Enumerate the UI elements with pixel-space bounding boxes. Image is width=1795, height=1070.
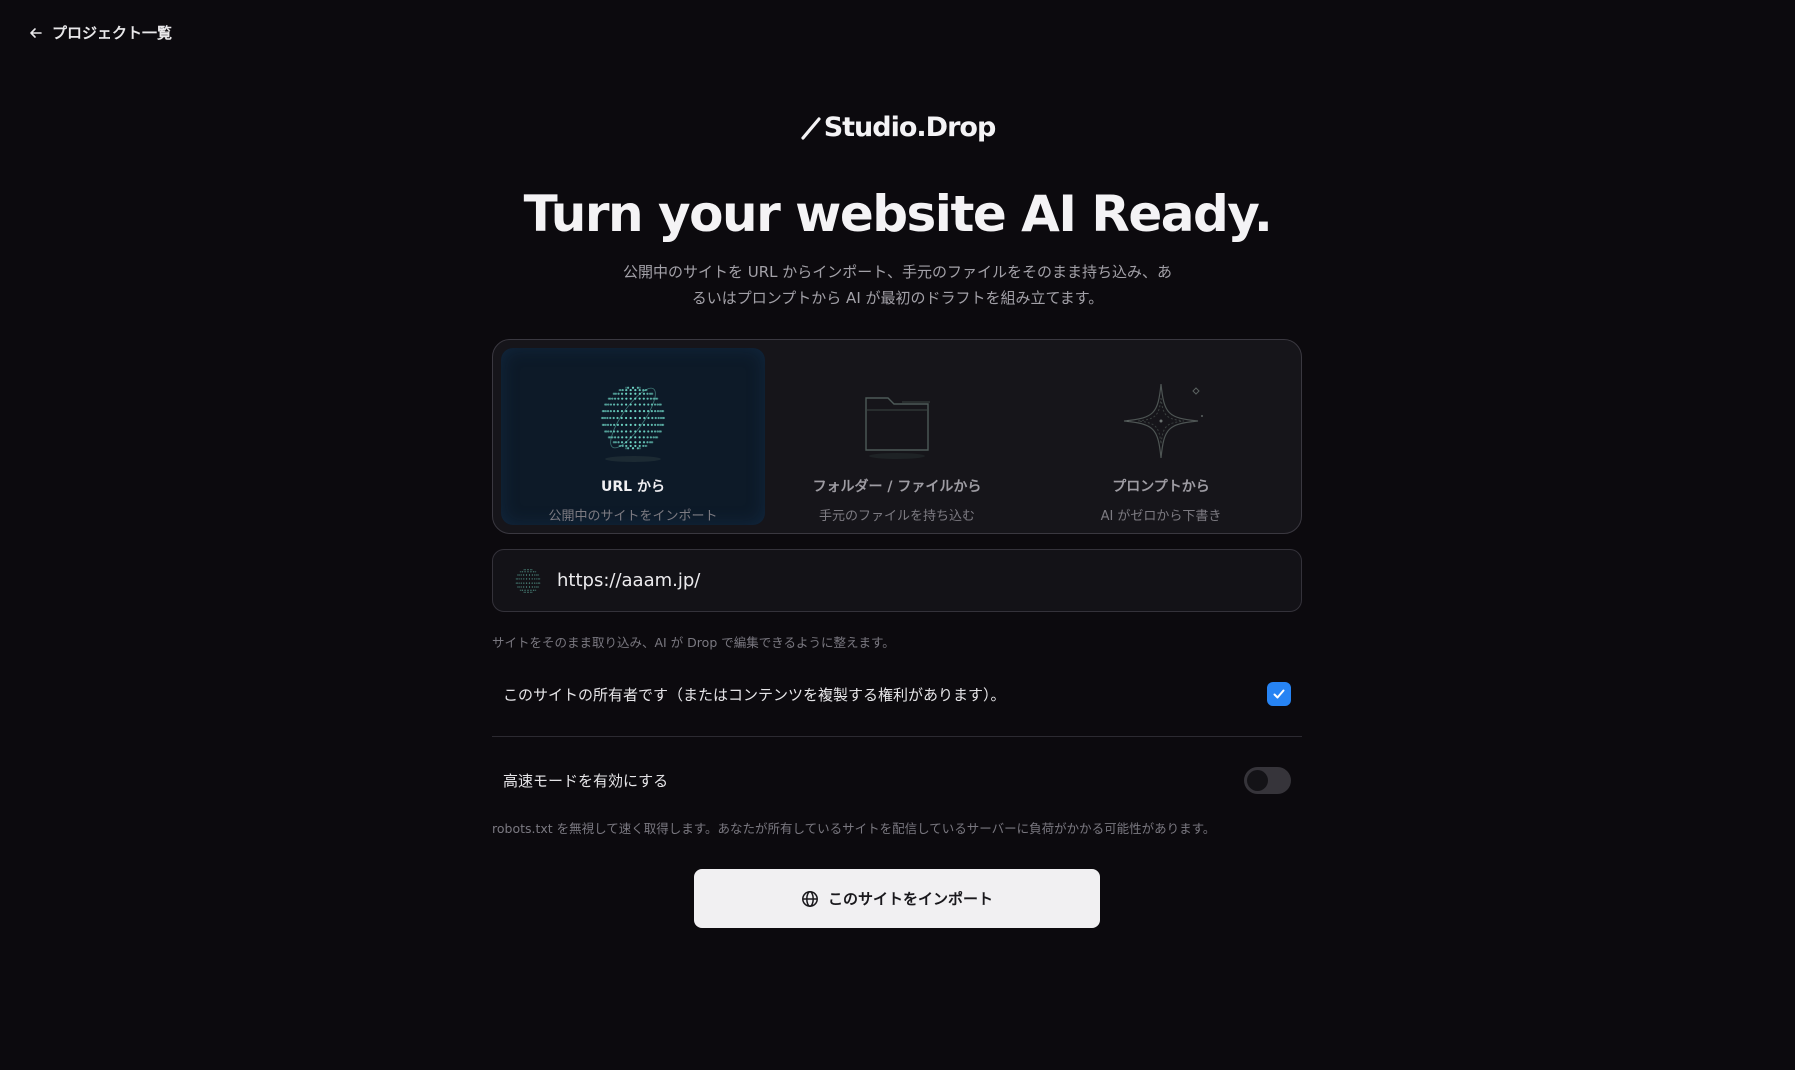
- page-headline: Turn your website AI Ready.: [523, 185, 1273, 243]
- check-icon: [1273, 689, 1285, 699]
- toggle-knob: [1247, 769, 1268, 791]
- import-site-button[interactable]: このサイトをインポート: [694, 869, 1100, 928]
- divider: [492, 736, 1302, 737]
- mode-prompt-desc: AI がゼロから下書き: [1100, 509, 1222, 524]
- dotted-globe-icon: [515, 568, 541, 593]
- owner-confirmation-row: このサイトの所有者です（またはコンテンツを複製する権利があります）。: [492, 676, 1302, 712]
- owner-checkbox[interactable]: [1267, 682, 1291, 706]
- mode-folder[interactable]: フォルダー / ファイルから 手元のファイルを持ち込む: [765, 348, 1029, 525]
- slash-logo-icon: [801, 116, 821, 140]
- globe-icon: [802, 890, 818, 907]
- page-subtitle: 公開中のサイトを URL からインポート、手元のファイルをそのまま持ち込み、ある…: [623, 263, 1172, 307]
- mode-prompt[interactable]: プロンプトから AI がゼロから下書き: [1029, 348, 1293, 525]
- mode-url-desc: 公開中のサイトをインポート: [548, 509, 718, 524]
- mode-url[interactable]: URL から 公開中のサイトをインポート: [501, 348, 765, 525]
- back-to-projects-link[interactable]: プロジェクト一覧: [28, 22, 172, 43]
- mode-folder-desc: 手元のファイルを持ち込む: [818, 509, 975, 524]
- sparkle-icon: [1123, 383, 1203, 459]
- mode-prompt-label: プロンプトから: [1112, 479, 1210, 495]
- brand-name: Studio.Drop: [823, 112, 997, 143]
- fast-mode-toggle[interactable]: [1244, 766, 1291, 794]
- owner-confirmation-label: このサイトの所有者です（またはコンテンツを複製する権利があります）。: [503, 685, 1006, 704]
- fast-mode-row: 高速モードを有効にする: [492, 764, 1302, 796]
- url-field[interactable]: [492, 549, 1302, 612]
- fast-mode-hint: robots.txt を無視して速く取得します。あなたが所有しているサイトを配信…: [492, 821, 1216, 836]
- arrow-left-icon: [30, 27, 42, 38]
- import-button-label: このサイトをインポート: [827, 890, 993, 908]
- back-link-label: プロジェクト一覧: [52, 24, 173, 42]
- globe-icon: [600, 386, 666, 462]
- folder-icon: [865, 397, 930, 459]
- brand-logo: Studio.Drop: [0, 112, 1795, 143]
- url-hint: サイトをそのまま取り込み、AI が Drop で編集できるように整えます。: [492, 635, 895, 650]
- url-input[interactable]: [557, 570, 1257, 591]
- import-mode-selector: URL から 公開中のサイトをインポート フォルダー / ファイルから 手元のフ…: [492, 339, 1302, 534]
- fast-mode-label: 高速モードを有効にする: [503, 771, 669, 790]
- mode-url-label: URL から: [601, 479, 665, 495]
- mode-folder-label: フォルダー / ファイルから: [812, 479, 982, 495]
